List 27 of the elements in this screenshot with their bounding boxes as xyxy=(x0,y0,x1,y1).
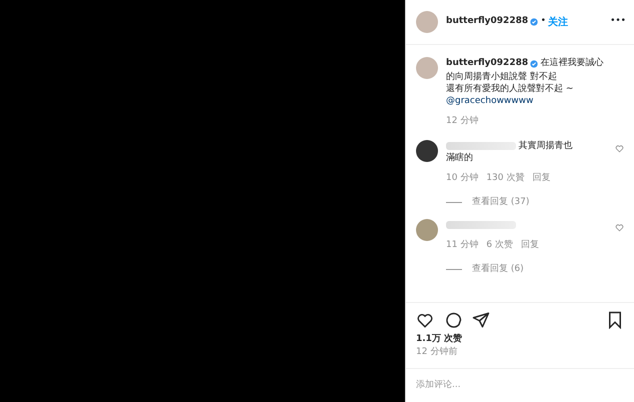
username-link[interactable]: butterfly092288 xyxy=(446,15,528,29)
more-options-button[interactable]: ••• xyxy=(610,15,626,29)
separator-dot: • xyxy=(540,15,546,28)
view-replies-link[interactable]: 查看回复 (6) xyxy=(472,262,524,276)
comment-text: 其實周揚青也 xyxy=(518,140,572,152)
mention-link[interactable]: @gracechowwwww xyxy=(446,94,534,106)
blurred-username xyxy=(446,142,516,150)
like-count[interactable]: 6 次赞 xyxy=(486,239,513,252)
like-count[interactable]: 1.1万 次赞 xyxy=(406,332,634,346)
reply-link[interactable]: 回复 xyxy=(532,172,550,186)
comment-text: 滿瞎的 xyxy=(446,152,473,164)
bookmark-icon[interactable] xyxy=(606,310,624,328)
comment-time: 10 分钟 xyxy=(446,172,478,185)
blurred-username xyxy=(446,221,516,229)
caption-text: 的向周揚青小姐說聲 對不起 xyxy=(446,70,557,82)
send-icon[interactable] xyxy=(472,310,490,328)
view-replies-link[interactable]: 查看回复 (37) xyxy=(472,196,530,209)
like-count[interactable]: 130 次贊 xyxy=(486,172,524,186)
caption-text: 還有所有愛我的人說聲對不起 ~ xyxy=(446,82,574,94)
comment-icon[interactable] xyxy=(444,310,462,328)
caption-text: 在這裡我要誠心 xyxy=(540,57,604,69)
comment-time: 11 分钟 xyxy=(446,239,478,252)
avatar[interactable] xyxy=(416,140,438,162)
follow-link[interactable]: 关注 xyxy=(548,14,568,30)
username-link[interactable]: butterfly092288 xyxy=(446,57,528,70)
reply-link[interactable]: 回复 xyxy=(520,239,539,252)
comment-time: 12 分钟 xyxy=(446,114,478,128)
